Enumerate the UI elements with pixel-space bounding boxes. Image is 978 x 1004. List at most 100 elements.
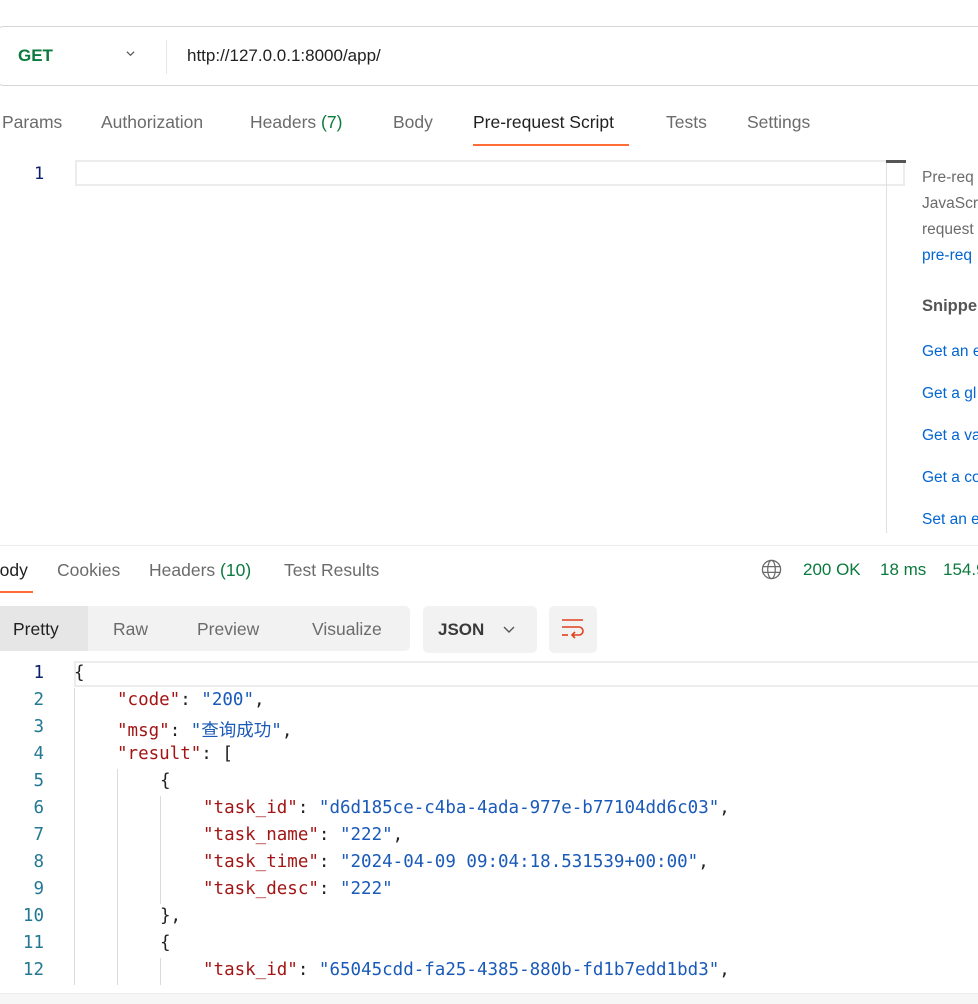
json-punct: { bbox=[160, 771, 171, 791]
line-number: 10 bbox=[22, 906, 44, 926]
view-pretty[interactable]: Pretty bbox=[13, 619, 59, 640]
indent-guide bbox=[74, 688, 75, 715]
json-value: "200" bbox=[201, 690, 254, 710]
tab-params[interactable]: Params bbox=[2, 112, 62, 133]
json-value: "65045cdd-fa25-4385-880b-fd1b7edd1bd3" bbox=[318, 960, 720, 980]
view-preview[interactable]: Preview bbox=[197, 619, 259, 640]
tab-label: Headers bbox=[149, 560, 216, 580]
json-punct: { bbox=[160, 933, 171, 953]
pre-request-docs-link[interactable]: pre-req bbox=[922, 247, 972, 265]
tab-settings[interactable]: Settings bbox=[747, 112, 810, 133]
script-editor[interactable] bbox=[75, 160, 905, 186]
json-punct: : [ bbox=[201, 744, 233, 764]
tab-label: Params bbox=[2, 112, 63, 132]
json-value: "d6d185ce-c4ba-4ada-977e-b77104dd6c03" bbox=[318, 798, 720, 818]
indent-guide bbox=[74, 958, 75, 985]
code-line: { bbox=[160, 933, 171, 953]
snippet-link[interactable]: Set an e bbox=[922, 511, 978, 529]
json-value: "查询成功" bbox=[190, 721, 282, 741]
indent-guide bbox=[117, 796, 118, 823]
url-input[interactable]: http://127.0.0.1:8000/app/ bbox=[187, 46, 381, 66]
json-punct: { bbox=[74, 663, 85, 683]
tab-body[interactable]: Body bbox=[393, 112, 433, 133]
response-tab-body[interactable]: Body bbox=[0, 560, 28, 581]
code-line: { bbox=[160, 771, 171, 791]
tab-authorization[interactable]: Authorization bbox=[101, 112, 203, 133]
method-select[interactable]: GET bbox=[18, 46, 53, 66]
indent-guide bbox=[117, 904, 118, 931]
snippet-link[interactable]: Get an e bbox=[922, 343, 978, 361]
active-tab-indicator bbox=[0, 591, 33, 593]
chevron-down-icon[interactable] bbox=[503, 625, 515, 635]
tab-headers[interactable]: Headers (7) bbox=[250, 112, 342, 133]
snippet-link[interactable]: Get a co bbox=[922, 469, 978, 487]
json-key: "task_time" bbox=[203, 852, 319, 872]
tab-label: Tests bbox=[666, 112, 707, 132]
json-punct: , bbox=[698, 852, 709, 872]
response-time[interactable]: 18 ms bbox=[880, 560, 926, 580]
indent-guide bbox=[160, 877, 161, 904]
indent-guide bbox=[74, 931, 75, 958]
snippet-link[interactable]: Get a va bbox=[922, 427, 978, 445]
json-punct: : bbox=[318, 879, 340, 899]
pane-divider[interactable] bbox=[0, 545, 978, 546]
tab-label: Pre-request Script bbox=[473, 112, 615, 132]
json-punct: : bbox=[318, 825, 340, 845]
indent-guide bbox=[74, 850, 75, 877]
response-tab-test-results[interactable]: Test Results bbox=[284, 560, 379, 581]
response-tab-headers[interactable]: Headers (10) bbox=[149, 560, 251, 581]
snippet-link[interactable]: Get a gl bbox=[922, 385, 976, 403]
view-raw[interactable]: Raw bbox=[113, 619, 148, 640]
snippets-title: Snippe bbox=[922, 297, 978, 315]
indent-guide bbox=[160, 796, 161, 823]
indent-guide bbox=[117, 769, 118, 796]
response-size[interactable]: 154.9 bbox=[943, 560, 978, 580]
line-number: 11 bbox=[22, 933, 44, 953]
json-value: "2024-04-09 09:04:18.531539+00:00" bbox=[339, 852, 699, 872]
tab-count: (10) bbox=[220, 560, 252, 580]
indent-guide bbox=[74, 769, 75, 796]
json-key: "code" bbox=[117, 690, 181, 710]
response-tab-cookies[interactable]: Cookies bbox=[57, 560, 120, 581]
code-line: "task_id": "65045cdd-fa25-4385-880b-fd1b… bbox=[203, 960, 730, 980]
json-punct: : bbox=[169, 721, 191, 741]
json-punct: , bbox=[719, 960, 730, 980]
scrollbar-thumb[interactable] bbox=[886, 160, 906, 163]
indent-guide bbox=[117, 823, 118, 850]
chevron-down-icon[interactable] bbox=[126, 49, 135, 58]
line-number: 5 bbox=[33, 771, 44, 791]
tab-tests[interactable]: Tests bbox=[666, 112, 707, 133]
status-bar bbox=[0, 993, 978, 1004]
indent-guide bbox=[117, 877, 118, 904]
current-line-highlight bbox=[74, 661, 978, 687]
line-number: 7 bbox=[33, 825, 44, 845]
indent-guide bbox=[117, 850, 118, 877]
code-line: "task_desc": "222" bbox=[203, 879, 393, 899]
json-punct: }, bbox=[160, 906, 182, 926]
tab-label: Headers bbox=[250, 112, 317, 132]
indent-guide bbox=[160, 823, 161, 850]
json-punct: , bbox=[392, 825, 404, 845]
json-punct: : bbox=[297, 960, 319, 980]
active-tab-indicator bbox=[473, 144, 629, 146]
json-key: "task_id" bbox=[203, 798, 298, 818]
globe-icon[interactable] bbox=[761, 559, 782, 580]
line-number: 1 bbox=[34, 164, 45, 184]
line-number: 6 bbox=[33, 798, 44, 818]
wrap-lines-icon bbox=[562, 619, 584, 639]
view-visualize[interactable]: Visualize bbox=[312, 619, 382, 640]
indent-guide bbox=[74, 877, 75, 904]
tab-label: Cookies bbox=[57, 560, 121, 580]
indent-guide bbox=[74, 796, 75, 823]
indent-guide bbox=[117, 958, 118, 985]
tab-count: (7) bbox=[321, 112, 343, 132]
tab-pre-request-script[interactable]: Pre-request Script bbox=[473, 112, 614, 133]
line-number: 12 bbox=[22, 960, 44, 980]
editor-scrollbar[interactable] bbox=[886, 160, 887, 533]
json-punct: : bbox=[180, 690, 202, 710]
line-number: 9 bbox=[33, 879, 44, 899]
json-key: "task_name" bbox=[203, 825, 319, 845]
status-code[interactable]: 200 OK bbox=[803, 560, 861, 580]
indent-guide bbox=[74, 904, 75, 931]
indent-guide bbox=[74, 742, 75, 769]
